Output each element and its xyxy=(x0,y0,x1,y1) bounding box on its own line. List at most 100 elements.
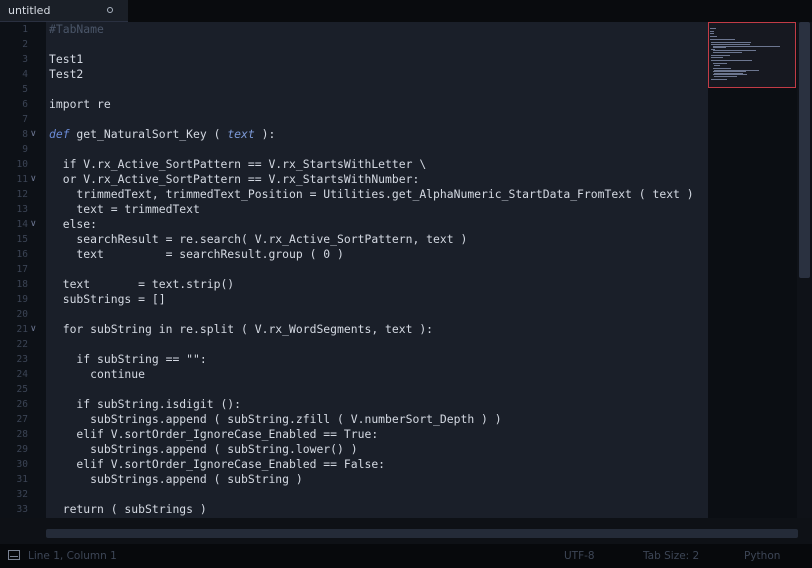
line-number: 32 xyxy=(16,489,28,500)
minimap-line xyxy=(710,36,717,37)
unsaved-dot-icon[interactable] xyxy=(107,7,113,13)
line-number: 21 xyxy=(16,324,28,335)
minimap-line xyxy=(710,28,716,29)
code-token: subStrings = [] xyxy=(49,292,166,306)
minimap[interactable] xyxy=(708,22,797,518)
syntax-indicator[interactable]: Python xyxy=(744,550,780,562)
horizontal-scrollbar[interactable] xyxy=(0,518,812,544)
cursor-position[interactable]: Line 1, Column 1 xyxy=(28,550,117,562)
code-token: if subString.isdigit (): xyxy=(49,397,242,411)
line-number: 1 xyxy=(22,24,28,35)
code-token: ): xyxy=(254,127,276,141)
code-token: return ( subStrings ) xyxy=(49,502,207,516)
line-number: 8 xyxy=(22,129,28,140)
line-number: 5 xyxy=(22,84,28,95)
line-number: 17 xyxy=(16,264,28,275)
code-line[interactable]: subStrings.append ( subString.lower() ) xyxy=(49,442,358,457)
code-token: elif V.sortOrder_IgnoreCase_Enabled == T… xyxy=(49,427,379,441)
code-line[interactable]: trimmedText, trimmedText_Position = Util… xyxy=(49,187,694,202)
tab-untitled[interactable]: untitled xyxy=(0,0,128,22)
code-token: continue xyxy=(49,367,146,381)
fold-chevron-icon[interactable]: ∨ xyxy=(30,127,40,142)
encoding-indicator[interactable]: UTF-8 xyxy=(564,550,595,562)
code-token: trimmedText, trimmedText_Position = Util… xyxy=(49,187,694,201)
code-token: if subString == "": xyxy=(49,352,207,366)
tab-size-indicator[interactable]: Tab Size: 2 xyxy=(643,550,699,562)
line-number: 33 xyxy=(16,504,28,515)
line-number: 30 xyxy=(16,459,28,470)
code-area[interactable]: #TabName Test1 Test2 import re def get_Natur… xyxy=(46,22,708,518)
tab-title: untitled xyxy=(8,4,51,17)
line-number: 7 xyxy=(22,114,28,125)
horizontal-scrollbar-thumb[interactable] xyxy=(46,529,798,538)
code-token: subStrings.append ( subString.zfill ( V.… xyxy=(49,412,502,426)
code-line[interactable]: def get_NaturalSort_Key ( text ): xyxy=(49,127,275,142)
line-number: 29 xyxy=(16,444,28,455)
code-token: Test1 xyxy=(49,52,84,66)
code-token: text = text.strip() xyxy=(49,277,235,291)
line-number: 25 xyxy=(16,384,28,395)
code-line[interactable]: text = trimmedText xyxy=(49,202,200,217)
code-line[interactable]: text = searchResult.group ( 0 ) xyxy=(49,247,343,262)
code-token: else: xyxy=(49,217,98,231)
code-line[interactable]: if subString.isdigit (): xyxy=(49,397,241,412)
line-number: 11 xyxy=(16,174,28,185)
code-line[interactable]: for subString in re.split ( V.rx_WordSeg… xyxy=(49,322,433,337)
code-token: for subString in re.split ( V.rx_WordSeg… xyxy=(49,322,434,336)
vertical-scrollbar-thumb[interactable] xyxy=(799,22,810,278)
line-number: 22 xyxy=(16,339,28,350)
code-line[interactable]: text = text.strip() xyxy=(49,277,234,292)
line-number-gutter[interactable]: 1 2 3 4 5 6 7 8 ∨ 9 10 11 ∨ 12 13 14 ∨ 15 16 17 18 19 20 21 ∨ 22 2… xyxy=(0,22,46,518)
line-number: 18 xyxy=(16,279,28,290)
code-line[interactable]: return ( subStrings ) xyxy=(49,502,207,517)
line-number: 26 xyxy=(16,399,28,410)
line-number: 2 xyxy=(22,39,28,50)
code-line[interactable]: subStrings.append ( subString ) xyxy=(49,472,303,487)
minimap-line xyxy=(714,64,721,66)
line-number: 14 xyxy=(16,219,28,230)
code-line[interactable]: continue xyxy=(49,367,145,382)
code-line[interactable]: if subString == "": xyxy=(49,352,207,367)
code-token: get_NaturalSort_Key ( xyxy=(69,127,228,141)
minimap-line xyxy=(712,52,743,53)
code-line[interactable]: #TabName xyxy=(49,22,104,37)
code-token: import re xyxy=(49,97,111,111)
line-number: 28 xyxy=(16,429,28,440)
code-line[interactable]: searchResult = re.search( V.rx_Active_So… xyxy=(49,232,467,247)
status-bar: Line 1, Column 1 UTF-8 Tab Size: 2 Pytho… xyxy=(0,544,812,568)
code-line[interactable]: Test2 xyxy=(49,67,83,82)
fold-chevron-icon[interactable]: ∨ xyxy=(30,172,40,187)
code-token: or V.rx_Active_SortPattern == V.rx_Start… xyxy=(49,172,420,186)
minimap-line xyxy=(711,79,728,81)
minimap-line xyxy=(714,76,738,77)
line-number: 23 xyxy=(16,354,28,365)
code-line[interactable]: subStrings.append ( subString.zfill ( V.… xyxy=(49,412,502,427)
code-line[interactable]: else: xyxy=(49,217,97,232)
code-token: subStrings.append ( subString.lower() ) xyxy=(49,442,358,456)
editor: 1 2 3 4 5 6 7 8 ∨ 9 10 11 ∨ 12 13 14 ∨ 15 16 17 18 19 20 21 ∨ 22 2… xyxy=(0,22,708,518)
code-line[interactable]: elif V.sortOrder_IgnoreCase_Enabled == F… xyxy=(49,457,385,472)
code-token: text xyxy=(227,127,255,141)
vertical-scrollbar[interactable] xyxy=(797,22,812,518)
line-number: 13 xyxy=(16,204,28,215)
fold-chevron-icon[interactable]: ∨ xyxy=(30,322,40,337)
line-number: 24 xyxy=(16,369,28,380)
code-token: if V.rx_Active_SortPattern == V.rx_Start… xyxy=(49,157,427,171)
minimap-line xyxy=(711,56,723,58)
line-number: 16 xyxy=(16,249,28,260)
code-line[interactable]: elif V.sortOrder_IgnoreCase_Enabled == T… xyxy=(49,427,378,442)
code-line[interactable]: or V.rx_Active_SortPattern == V.rx_Start… xyxy=(49,172,420,187)
minimap-line xyxy=(711,60,752,61)
code-line[interactable]: Test1 xyxy=(49,52,83,67)
code-line[interactable]: subStrings = [] xyxy=(49,292,166,307)
fold-chevron-icon[interactable]: ∨ xyxy=(30,217,40,232)
panel-toggle-icon[interactable] xyxy=(8,550,20,560)
code-token: text = trimmedText xyxy=(49,202,200,216)
minimap-line xyxy=(710,39,735,41)
code-line[interactable]: import re xyxy=(49,97,111,112)
code-line[interactable]: if V.rx_Active_SortPattern == V.rx_Start… xyxy=(49,157,426,172)
line-number: 15 xyxy=(16,234,28,245)
line-number: 9 xyxy=(22,144,28,155)
code-token: Test2 xyxy=(49,67,84,81)
line-number: 20 xyxy=(16,309,28,320)
